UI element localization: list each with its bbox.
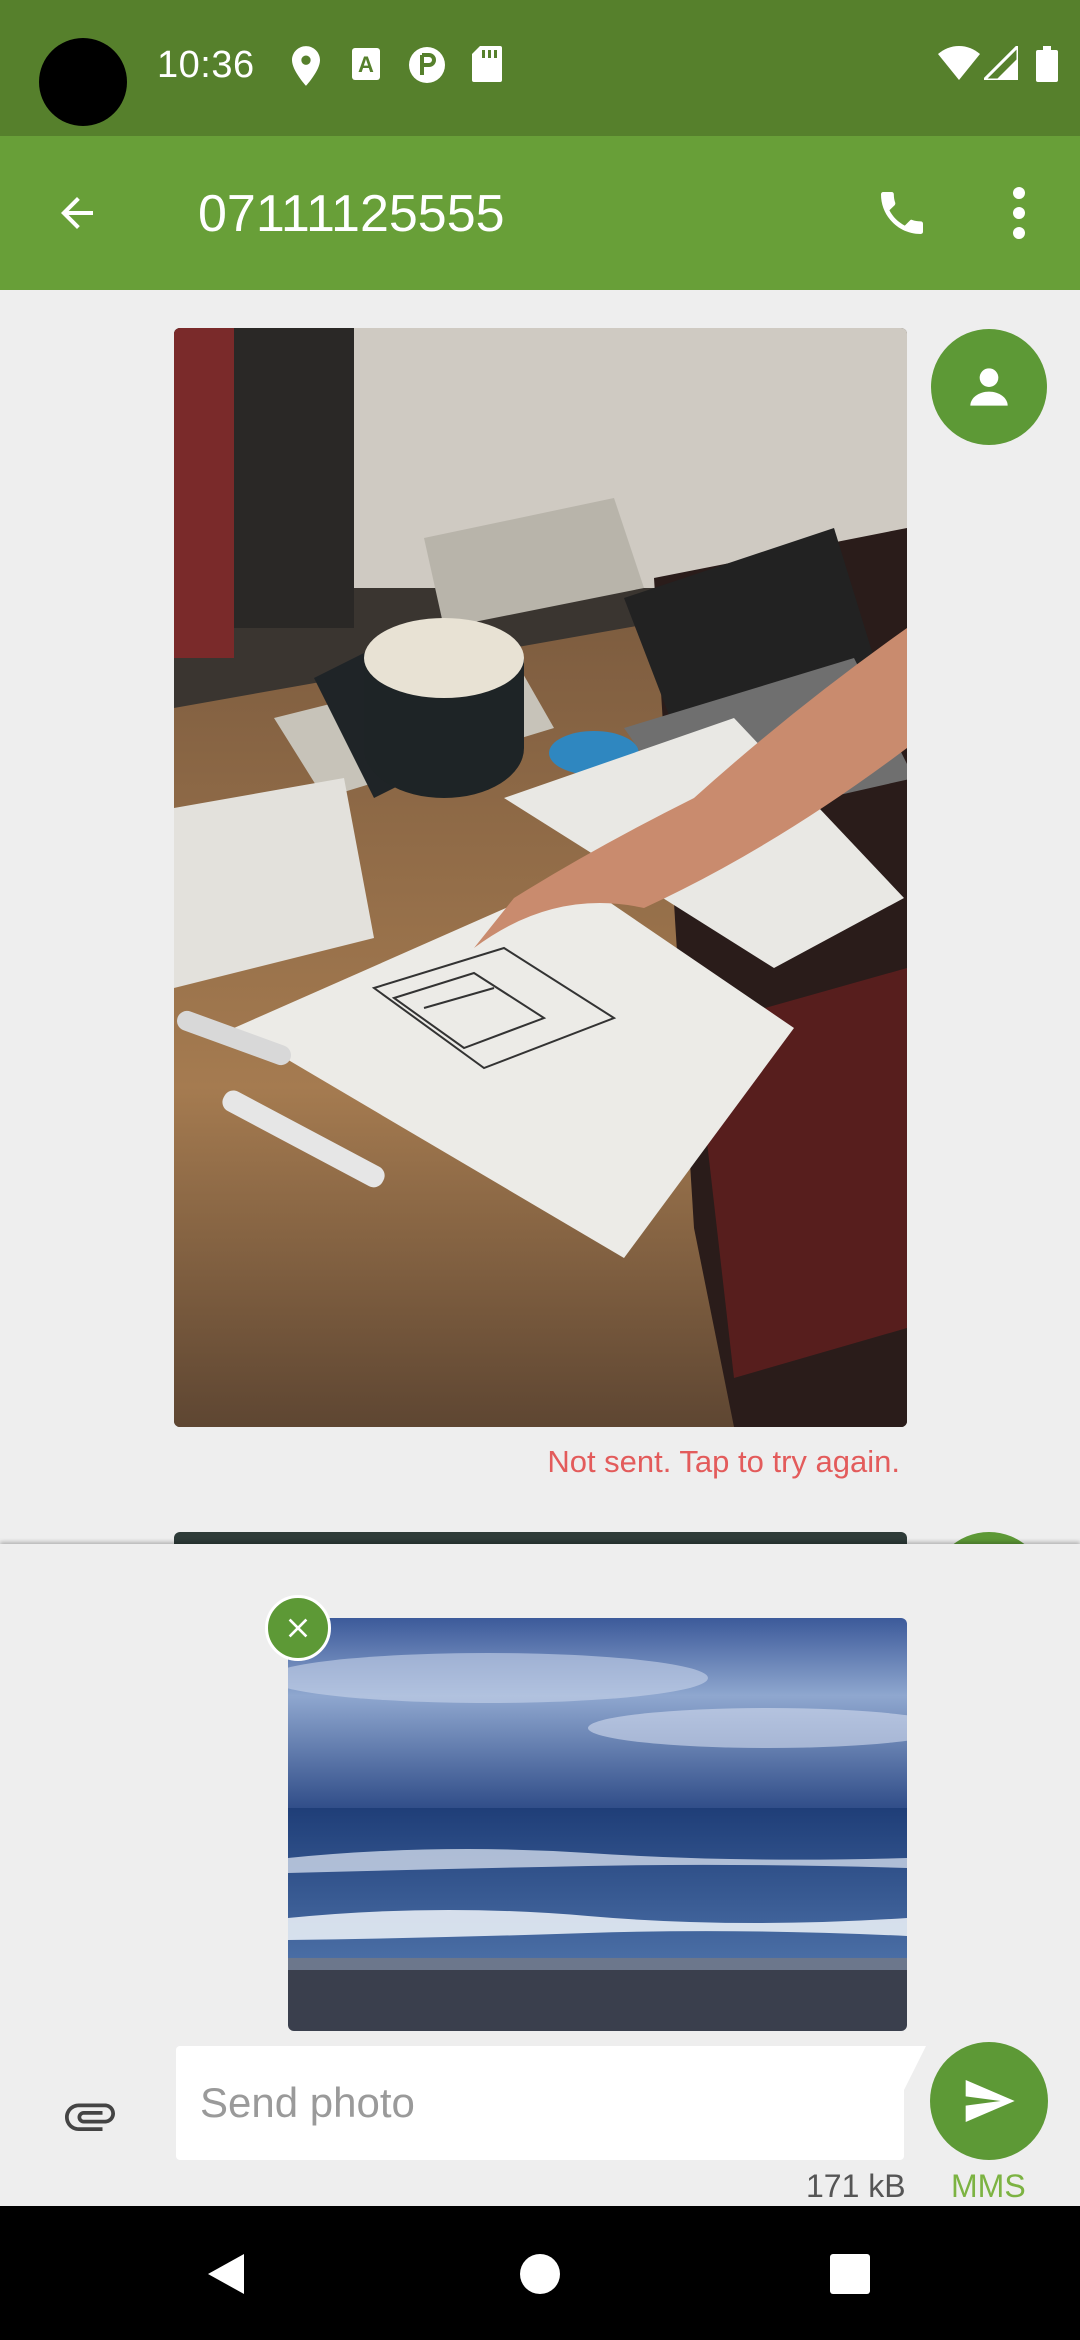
send-icon: [965, 2080, 1015, 2122]
arrow-back-icon: [61, 197, 93, 229]
message-input[interactable]: [176, 2046, 904, 2160]
navigation-bar: [0, 2206, 1080, 2340]
attachment-preview[interactable]: [288, 1618, 907, 2031]
ocean-waves-photo: [288, 1618, 907, 2031]
back-button[interactable]: [38, 174, 116, 252]
marker-cup: [364, 618, 524, 798]
square-recents-icon: [830, 2254, 870, 2294]
message-image-desk-sketch[interactable]: [174, 328, 907, 1427]
camera-cutout: [39, 38, 127, 126]
attachment-size: 171 kB: [806, 2168, 906, 2204]
wifi-icon: [938, 46, 980, 85]
person-icon: [970, 368, 1008, 406]
clock-app-icon: [408, 46, 446, 89]
circle-home-icon: [520, 2254, 560, 2294]
conversation-title: 07111125555: [198, 185, 505, 243]
signal-icon: [980, 42, 1020, 85]
contact-avatar[interactable]: [931, 329, 1047, 445]
compose-panel: 171 kB MMS: [0, 1544, 1080, 2206]
message-input-field[interactable]: [176, 2046, 926, 2160]
desk-sketch-photo: [174, 328, 907, 1427]
status-time: 10:36: [157, 44, 255, 86]
battery-icon: [1036, 46, 1058, 87]
phone-icon: [881, 192, 923, 234]
attach-button[interactable]: [50, 2076, 130, 2156]
call-button[interactable]: [863, 174, 941, 252]
message-type-label: MMS: [951, 2168, 1026, 2204]
message-status-error[interactable]: Not sent. Tap to try again.: [547, 1444, 900, 1480]
font-notification-icon: A: [350, 46, 382, 87]
send-button[interactable]: [930, 2042, 1048, 2160]
paperclip-icon: [65, 2103, 115, 2131]
close-icon: [288, 1618, 308, 1638]
location-icon: [292, 46, 320, 91]
nav-back-button[interactable]: [196, 2244, 256, 2304]
sd-card-icon: [472, 46, 502, 87]
status-bar: 10:36 A: [0, 0, 1080, 136]
remove-attachment-button[interactable]: [265, 1595, 331, 1661]
overflow-menu-button[interactable]: [980, 174, 1058, 252]
nav-home-button[interactable]: [510, 2244, 570, 2304]
triangle-back-icon: [208, 2254, 244, 2294]
nav-recents-button[interactable]: [820, 2244, 880, 2304]
app-bar: 07111125555: [0, 136, 1080, 290]
svg-text:A: A: [358, 52, 374, 77]
more-vert-icon: [1013, 187, 1025, 239]
